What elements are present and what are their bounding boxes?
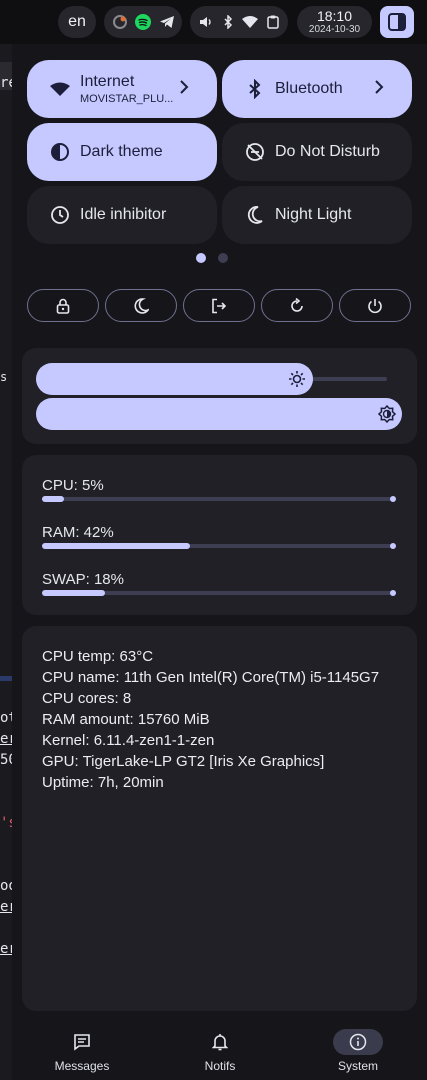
app-icon[interactable] [112,14,128,30]
gpu-name: GPU: TigerLake-LP GT2 [Iris Xe Graphics] [42,753,325,770]
kernel-version: Kernel: 6.11.4-zen1-1-zen [42,732,215,749]
volume-fill [36,363,314,395]
language-indicator[interactable]: en [58,6,96,38]
system-tray [104,6,182,38]
language-label: en [68,13,86,30]
ram-usage-label: RAM: 42% [42,524,114,541]
nav-system-icon-wrap-active [333,1029,383,1055]
cpu-cores: CPU cores: 8 [42,690,132,707]
do-not-disturb-label: Do Not Disturb [275,143,380,160]
cpu-usage-label: CPU: 5% [42,477,104,494]
wifi-icon [242,15,259,29]
uptime: Uptime: 7h, 20min [42,774,164,791]
cpu-usage-fill [42,496,64,502]
clipboard-icon [267,15,279,29]
bluetooth-label: Bluetooth [275,80,343,97]
brightness-slider[interactable] [36,398,402,430]
info-icon [349,1033,367,1051]
sliders-card [22,348,417,444]
bottom-navigation: Messages Notifs System [12,1021,427,1080]
nav-system[interactable]: System [323,1029,393,1073]
status-indicators[interactable] [190,6,288,38]
restart-button[interactable] [261,289,333,322]
idle-inhibitor-toggle[interactable]: Idle inhibitor [27,186,217,244]
nav-messages-label: Messages [54,1059,110,1073]
bell-icon [212,1033,228,1051]
ram-usage-bar [42,543,396,549]
internet-label: Internet [80,73,135,90]
contrast-icon [49,141,71,163]
bluetooth-icon [244,78,266,100]
ram-amount: RAM amount: 15760 MiB [42,711,210,728]
system-info-card: CPU temp: 63°C CPU name: 11th Gen Intel(… [22,626,417,1011]
logout-icon [211,298,227,314]
page-dot[interactable] [218,253,228,263]
restart-icon [289,297,305,314]
nav-system-label: System [337,1059,378,1073]
clock-date: 2024-10-30 [308,23,361,35]
swap-usage-bar [42,590,396,596]
top-bar: en 18:10 2024-10-30 [0,0,427,44]
clock-icon [49,204,71,226]
power-off-button[interactable] [339,289,411,322]
lock-icon [56,298,70,314]
nav-notifs-label: Notifs [204,1059,236,1073]
spotify-icon[interactable] [135,14,151,30]
page-dot-active[interactable] [196,253,206,263]
brightness-low-icon [288,370,306,388]
logout-button[interactable] [183,289,255,322]
swap-bar-end [390,590,396,596]
internet-toggle[interactable]: Internet MOVISTAR_PLU... [27,60,217,118]
cpu-bar-end [390,496,396,502]
suspend-button[interactable] [105,289,177,322]
night-light-toggle[interactable]: Night Light [222,186,412,244]
do-not-disturb-toggle[interactable]: Do Not Disturb [222,123,412,181]
nav-messages-icon-wrap [57,1029,107,1055]
dark-theme-toggle[interactable]: Dark theme [27,123,217,181]
internet-network-name: MOVISTAR_PLU... [80,93,174,105]
nav-notifs-icon-wrap [195,1029,245,1055]
sidebar-icon [388,13,406,31]
ram-usage-fill [42,543,190,549]
clock-time: 18:10 [316,7,353,24]
volume-slider[interactable] [36,363,387,395]
cpu-name: CPU name: 11th Gen Intel(R) Core(TM) i5-… [42,669,380,686]
bluetooth-icon [222,15,234,29]
volume-icon [199,15,213,29]
nav-messages[interactable]: Messages [47,1029,117,1073]
chevron-right-icon[interactable] [179,79,189,95]
telegram-icon[interactable] [159,14,175,30]
lock-button[interactable] [27,289,99,322]
brightness-icon [378,405,396,423]
ram-bar-end [390,543,396,549]
swap-usage-label: SWAP: 18% [42,571,124,588]
wifi-icon [49,78,71,100]
dark-theme-label: Dark theme [80,143,163,160]
clock[interactable]: 18:10 2024-10-30 [297,6,372,38]
bg-snippet: s [0,370,8,384]
power-icon [367,298,383,314]
system-info-list: CPU temp: 63°C CPU name: 11th Gen Intel(… [42,646,379,793]
sidebar-toggle-button[interactable] [380,6,414,38]
page-indicator [196,253,228,263]
nav-notifs[interactable]: Notifs [185,1029,255,1073]
message-icon [73,1033,91,1051]
bluetooth-toggle[interactable]: Bluetooth [222,60,412,118]
idle-inhibitor-label: Idle inhibitor [80,206,167,223]
brightness-fill [36,398,402,430]
swap-usage-fill [42,590,106,596]
cpu-usage-bar [42,496,396,502]
chevron-right-icon[interactable] [374,79,384,95]
night-light-label: Night Light [275,206,352,223]
moon-icon [133,297,149,314]
cpu-temp: CPU temp: 63°C [42,648,154,665]
moon-icon [244,204,266,226]
do-not-disturb-icon [244,141,266,163]
